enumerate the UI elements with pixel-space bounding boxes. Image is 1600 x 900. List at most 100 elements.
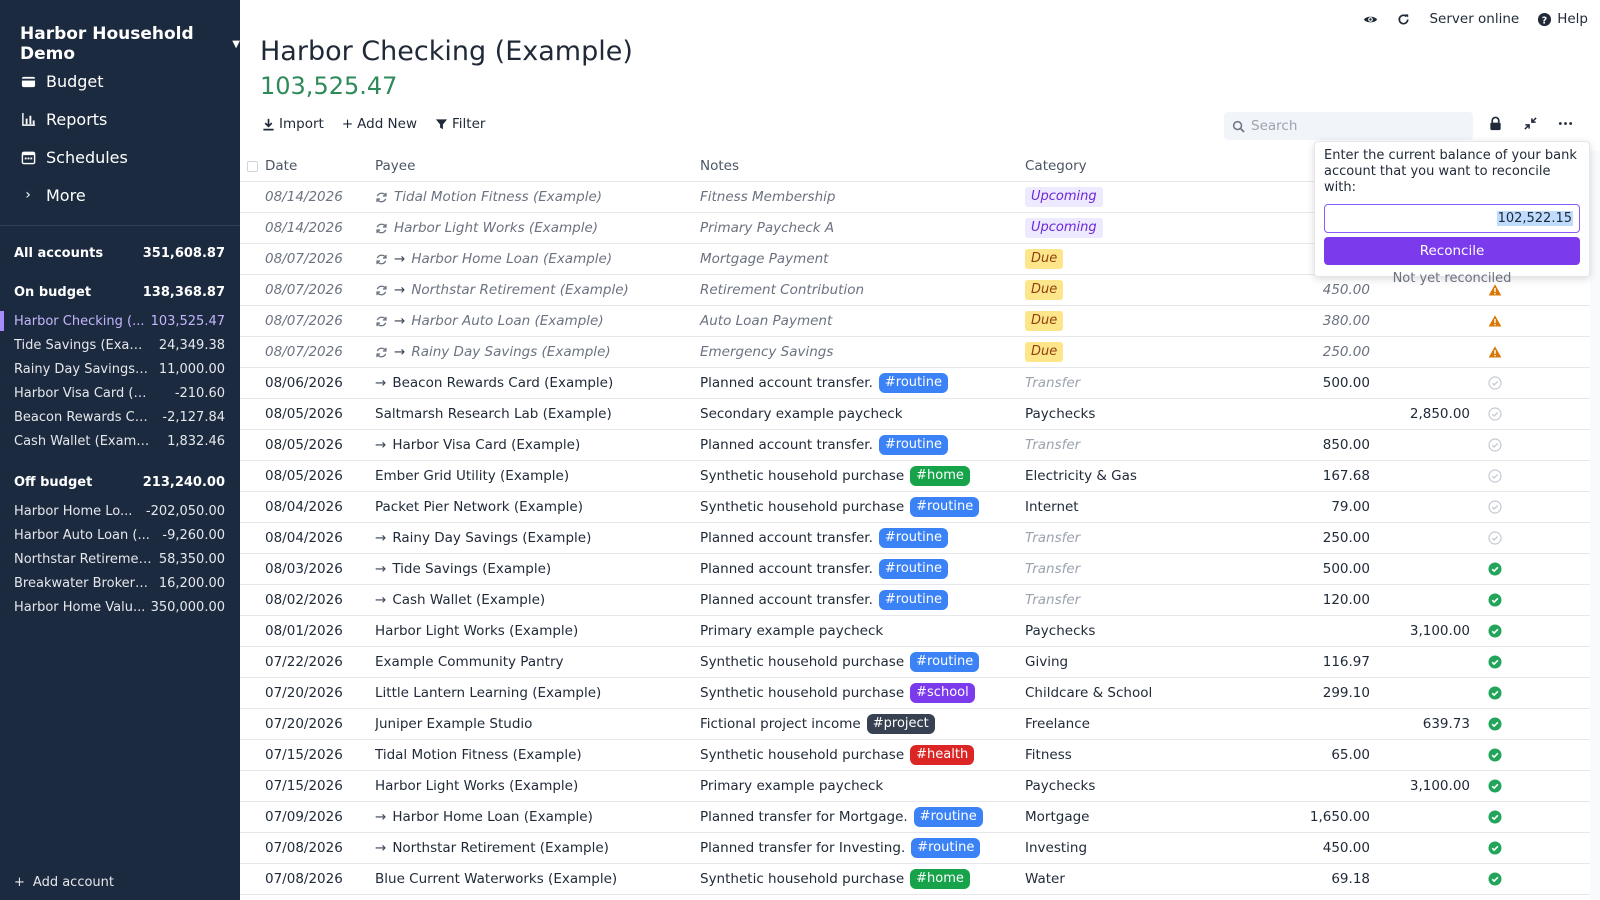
cleared-check-icon[interactable] xyxy=(1488,686,1502,700)
table-row[interactable]: 08/07/2026 → Rainy Day Savings (Example) Em… xyxy=(240,337,1590,368)
category-cell[interactable]: Paychecks xyxy=(1025,778,1235,794)
date-cell[interactable]: 07/09/2026 xyxy=(265,809,375,825)
status-cell[interactable] xyxy=(1470,624,1520,638)
deposit-cell[interactable]: 3,100.00 xyxy=(1370,778,1470,794)
server-status[interactable]: Server online xyxy=(1429,11,1519,27)
notes-cell[interactable]: Synthetic household purchase #school xyxy=(700,683,1025,703)
payment-cell[interactable]: 167.68 xyxy=(1235,468,1370,484)
payment-cell[interactable]: 850.00 xyxy=(1235,437,1370,453)
date-cell[interactable]: 08/14/2026 xyxy=(265,189,375,205)
tag-badge[interactable]: #routine xyxy=(911,838,981,858)
tag-badge[interactable]: #school xyxy=(910,683,975,703)
sidebar-account[interactable]: Breakwater Brokera... 16,200.00 xyxy=(0,571,240,595)
date-cell[interactable]: 07/08/2026 xyxy=(265,840,375,856)
status-cell[interactable] xyxy=(1470,438,1520,452)
status-cell[interactable] xyxy=(1470,531,1520,545)
cleared-check-icon[interactable] xyxy=(1488,593,1502,607)
payee-cell[interactable]: Little Lantern Learning (Example) xyxy=(375,685,700,701)
table-row[interactable]: 08/07/2026 → Harbor Auto Loan (Example) Aut… xyxy=(240,306,1590,337)
category-cell[interactable]: Due xyxy=(1025,311,1235,331)
status-cell[interactable] xyxy=(1470,345,1520,359)
tag-badge[interactable]: #routine xyxy=(878,559,948,579)
not-yet-reconciled-link[interactable]: Not yet reconciled xyxy=(1324,271,1580,286)
tag-badge[interactable]: #health xyxy=(910,745,975,765)
status-cell[interactable] xyxy=(1470,562,1520,576)
date-cell[interactable]: 07/15/2026 xyxy=(265,778,375,794)
payee-cell[interactable]: → Harbor Home Loan (Example) xyxy=(375,251,700,267)
cleared-check-icon[interactable] xyxy=(1488,872,1502,886)
sidebar-account[interactable]: Harbor Home Valu... 350,000.00 xyxy=(0,595,240,619)
notes-cell[interactable]: Synthetic household purchase #home xyxy=(700,466,1025,486)
tag-badge[interactable]: #routine xyxy=(878,528,948,548)
sidebar-account[interactable]: Rainy Day Savings (... 11,000.00 xyxy=(0,357,240,381)
tag-badge[interactable]: #routine xyxy=(878,435,948,455)
payee-cell[interactable]: Tidal Motion Fitness (Example) xyxy=(375,747,700,763)
category-cell[interactable]: Investing xyxy=(1025,840,1235,856)
payee-cell[interactable]: → Harbor Auto Loan (Example) xyxy=(375,313,700,329)
tag-badge[interactable]: #home xyxy=(910,466,970,486)
payment-cell[interactable]: 299.10 xyxy=(1235,685,1370,701)
nav-budget[interactable]: Budget xyxy=(0,62,240,100)
cleared-check-icon[interactable] xyxy=(1488,841,1502,855)
payee-cell[interactable]: Packet Pier Network (Example) xyxy=(375,499,700,515)
payee-cell[interactable]: → Northstar Retirement (Example) xyxy=(375,282,700,298)
tag-badge[interactable]: #routine xyxy=(878,590,948,610)
date-cell[interactable]: 08/03/2026 xyxy=(265,561,375,577)
date-cell[interactable]: 08/07/2026 xyxy=(265,344,375,360)
table-row[interactable]: 07/08/2026 Blue Current Waterworks (Examp… xyxy=(240,864,1590,895)
payment-cell[interactable]: 500.00 xyxy=(1235,561,1370,577)
deposit-cell[interactable]: 3,100.00 xyxy=(1370,623,1470,639)
category-cell[interactable]: Upcoming xyxy=(1025,187,1235,207)
date-cell[interactable]: 07/15/2026 xyxy=(265,747,375,763)
add-new-button[interactable]: + Add New xyxy=(342,116,417,132)
collapse-icon[interactable] xyxy=(1523,116,1538,131)
more-options-icon[interactable] xyxy=(1558,116,1573,131)
status-cell[interactable] xyxy=(1470,748,1520,762)
payee-cell[interactable]: → Harbor Home Loan (Example) xyxy=(375,809,700,825)
payee-cell[interactable]: Harbor Light Works (Example) xyxy=(375,778,700,794)
date-cell[interactable]: 08/05/2026 xyxy=(265,468,375,484)
date-cell[interactable]: 08/01/2026 xyxy=(265,623,375,639)
uncleared-check-icon[interactable] xyxy=(1488,438,1502,452)
payee-cell[interactable]: → Northstar Retirement (Example) xyxy=(375,840,700,856)
sidebar-account[interactable]: Harbor Checking (... 103,525.47 xyxy=(0,309,240,333)
filter-button[interactable]: Filter xyxy=(435,116,485,132)
notes-cell[interactable]: Planned account transfer. #routine xyxy=(700,373,1025,393)
status-cell[interactable] xyxy=(1470,810,1520,824)
category-cell[interactable]: Giving xyxy=(1025,654,1235,670)
table-row[interactable]: 07/20/2026 Juniper Example Studio Fictiona… xyxy=(240,709,1590,740)
date-cell[interactable]: 08/07/2026 xyxy=(265,313,375,329)
category-cell[interactable]: Electricity & Gas xyxy=(1025,468,1235,484)
on-budget-row[interactable]: On budget 138,368.87 xyxy=(0,279,240,305)
table-row[interactable]: 08/03/2026 → Tide Savings (Example) Planned… xyxy=(240,554,1590,585)
sidebar-account[interactable]: Harbor Home Lo... -202,050.00 xyxy=(0,499,240,523)
category-cell[interactable]: Mortgage xyxy=(1025,809,1235,825)
notes-cell[interactable]: Auto Loan Payment xyxy=(700,313,1025,329)
notes-cell[interactable]: Fictional project income #project xyxy=(700,714,1025,734)
payee-cell[interactable]: Harbor Light Works (Example) xyxy=(375,220,700,236)
notes-cell[interactable]: Synthetic household purchase #health xyxy=(700,745,1025,765)
table-row[interactable]: 07/08/2026 → Northstar Retirement (Example… xyxy=(240,833,1590,864)
category-cell[interactable]: Fitness xyxy=(1025,747,1235,763)
budget-name-menu[interactable]: Harbor Household Demo ▼ xyxy=(20,24,240,64)
sidebar-account[interactable]: Harbor Auto Loan (... -9,260.00 xyxy=(0,523,240,547)
uncleared-check-icon[interactable] xyxy=(1488,531,1502,545)
tag-badge[interactable]: #routine xyxy=(910,497,980,517)
account-balance-total[interactable]: 103,525.47 xyxy=(260,72,397,100)
account-title[interactable]: Harbor Checking (Example) xyxy=(260,36,633,67)
status-cell[interactable] xyxy=(1470,686,1520,700)
table-row[interactable]: 07/15/2026 Harbor Light Works (Example) Pr… xyxy=(240,771,1590,802)
notes-cell[interactable]: Emergency Savings xyxy=(700,344,1025,360)
category-cell[interactable]: Paychecks xyxy=(1025,406,1235,422)
uncleared-check-icon[interactable] xyxy=(1488,469,1502,483)
notes-cell[interactable]: Primary Paycheck A xyxy=(700,220,1025,236)
notes-cell[interactable]: Secondary example paycheck xyxy=(700,406,1025,422)
date-cell[interactable]: 07/22/2026 xyxy=(265,654,375,670)
tag-badge[interactable]: #routine xyxy=(878,373,948,393)
category-cell[interactable]: Childcare & School xyxy=(1025,685,1235,701)
payment-cell[interactable]: 450.00 xyxy=(1235,840,1370,856)
table-row[interactable]: 08/05/2026 → Harbor Visa Card (Example) Pla… xyxy=(240,430,1590,461)
status-cell[interactable] xyxy=(1470,717,1520,731)
date-cell[interactable]: 08/05/2026 xyxy=(265,406,375,422)
category-cell[interactable]: Due xyxy=(1025,249,1235,269)
